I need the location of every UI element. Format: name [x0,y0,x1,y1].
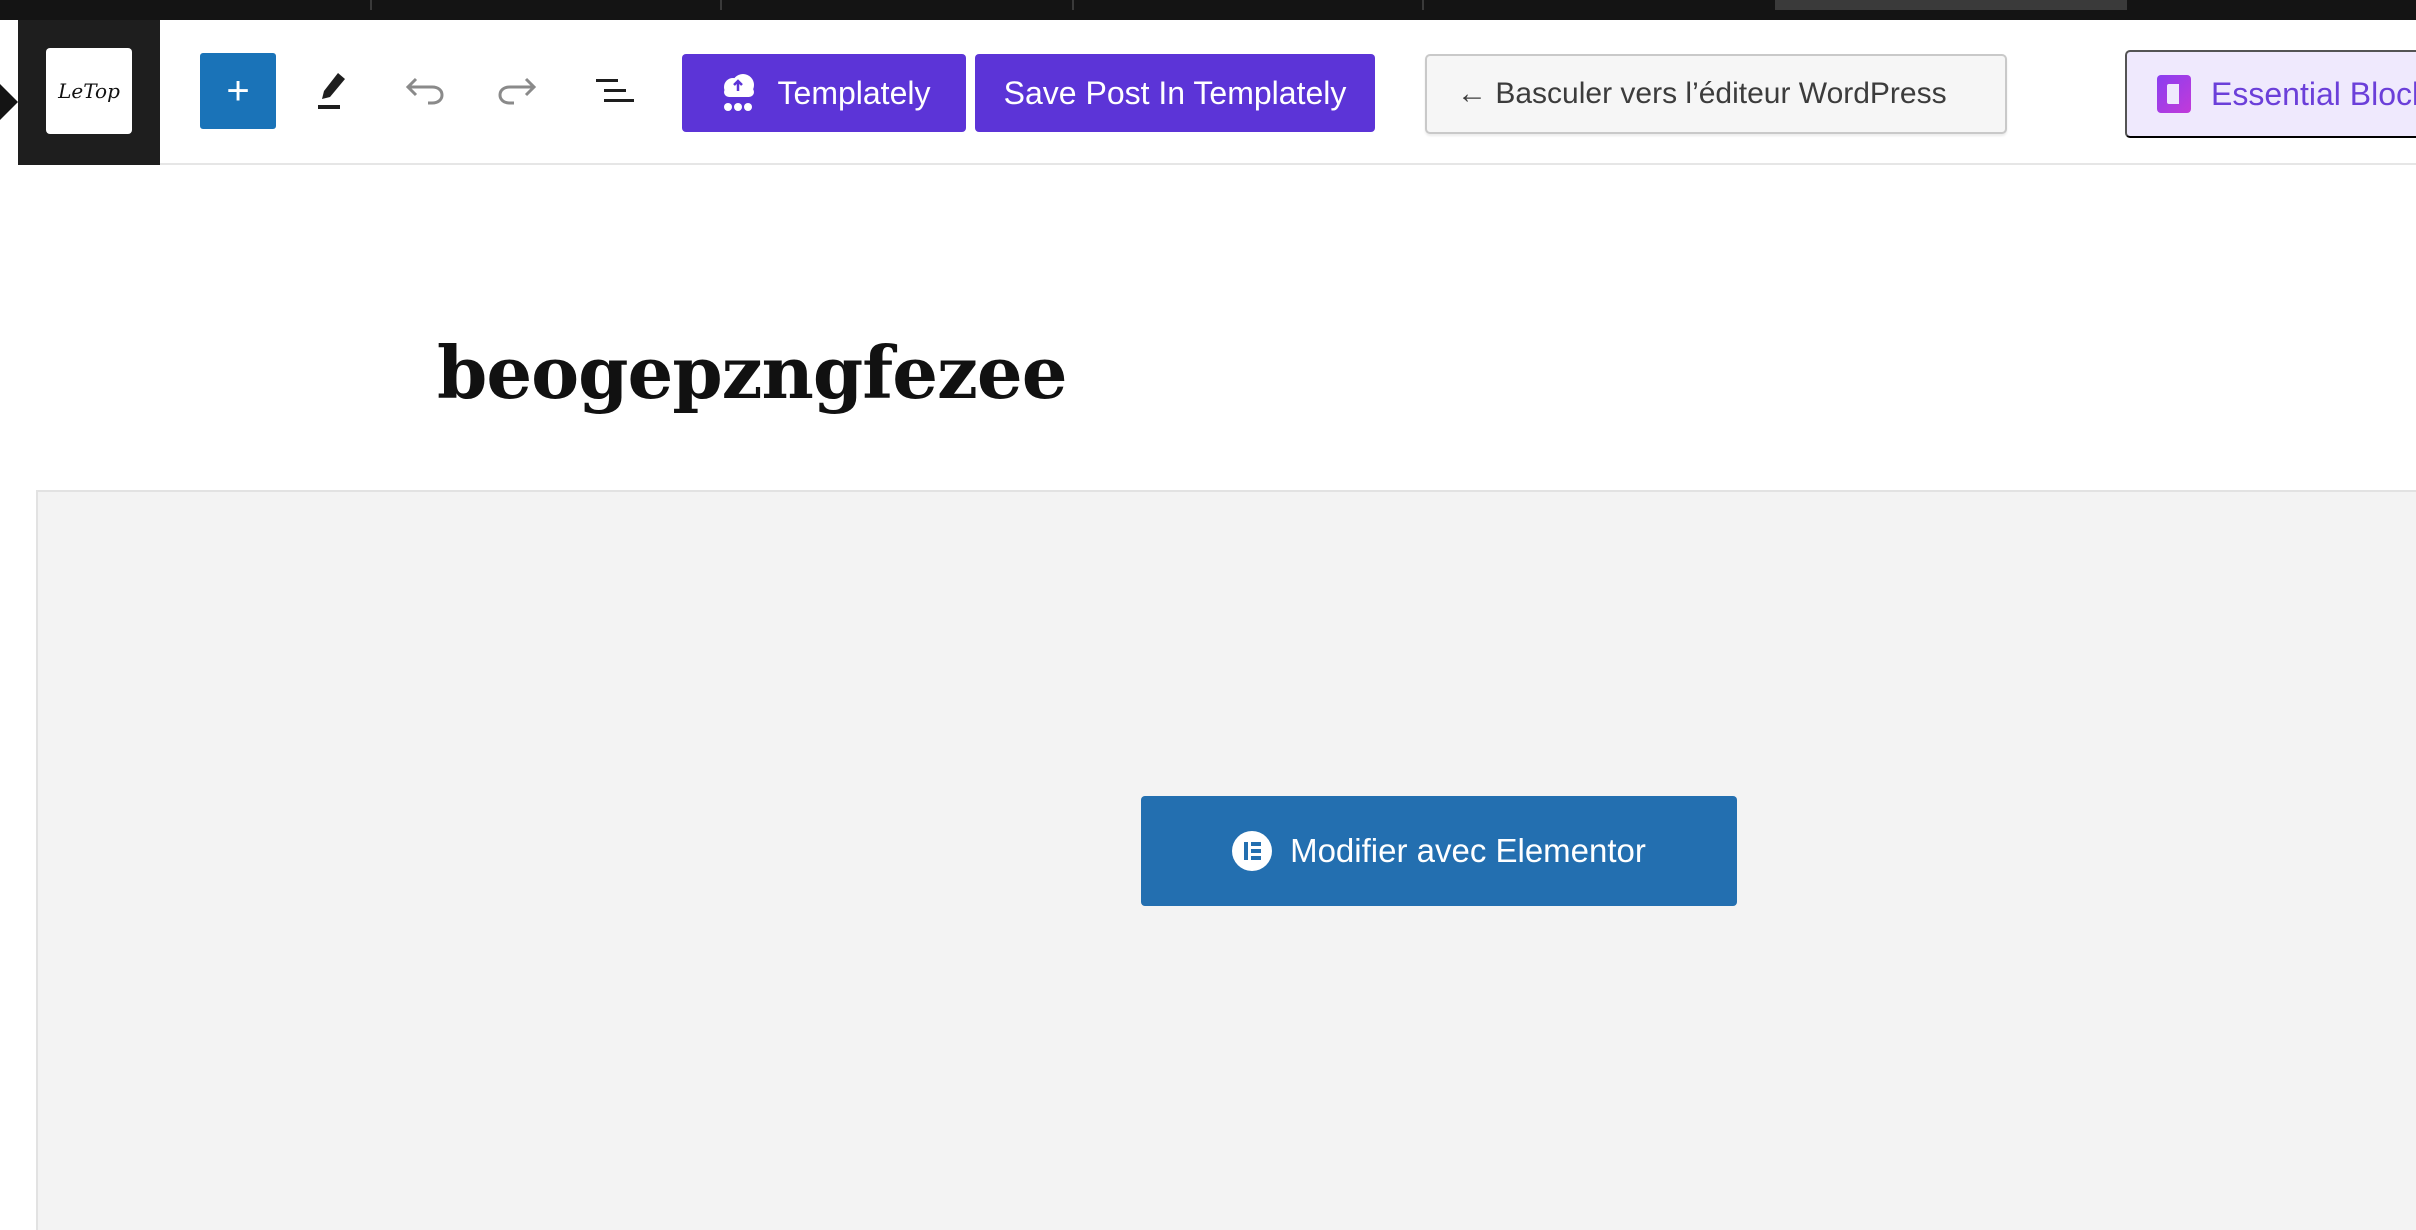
top-strip [0,0,2416,20]
list-view-icon[interactable] [584,56,644,126]
strip-segment [1072,0,1422,10]
add-block-button[interactable]: + [200,53,276,129]
templately-label: Templately [777,74,931,111]
post-title[interactable]: beogepzngfezee [437,330,1068,415]
editor-header: + Templately Save Post In Templately ← B… [160,20,2416,165]
edit-with-elementor-label: Modifier avec Elementor [1290,832,1646,869]
essential-blocks-button[interactable]: Essential Blocks [2125,50,2416,138]
strip-segment [1422,0,1772,10]
strip-segment [1775,0,2125,10]
strip-segment [2125,0,2416,10]
site-logo: LeTop [46,48,132,134]
essential-blocks-logo-icon [2157,75,2191,113]
pointer-arrow [0,84,18,120]
strip-segment [720,0,1070,10]
redo-icon[interactable] [488,56,548,126]
save-post-in-templately-button[interactable]: Save Post In Templately [975,54,1375,132]
switch-to-wordpress-editor-button[interactable]: ← Basculer vers l’éditeur WordPress [1425,54,2007,134]
switch-editor-label: ← Basculer vers l’éditeur WordPress [1457,77,1947,110]
strip-segment [370,0,720,10]
elementor-icon [1232,831,1273,871]
pencil-icon[interactable] [302,56,362,126]
save-templately-label: Save Post In Templately [1003,74,1347,111]
undo-icon[interactable] [394,56,454,126]
templately-button[interactable]: Templately [682,54,966,132]
site-icon-button[interactable]: LeTop [18,20,160,165]
essential-blocks-label: Essential Blocks [2211,75,2416,112]
cloud-icon [723,74,754,111]
edit-with-elementor-button[interactable]: Modifier avec Elementor [1141,796,1737,906]
